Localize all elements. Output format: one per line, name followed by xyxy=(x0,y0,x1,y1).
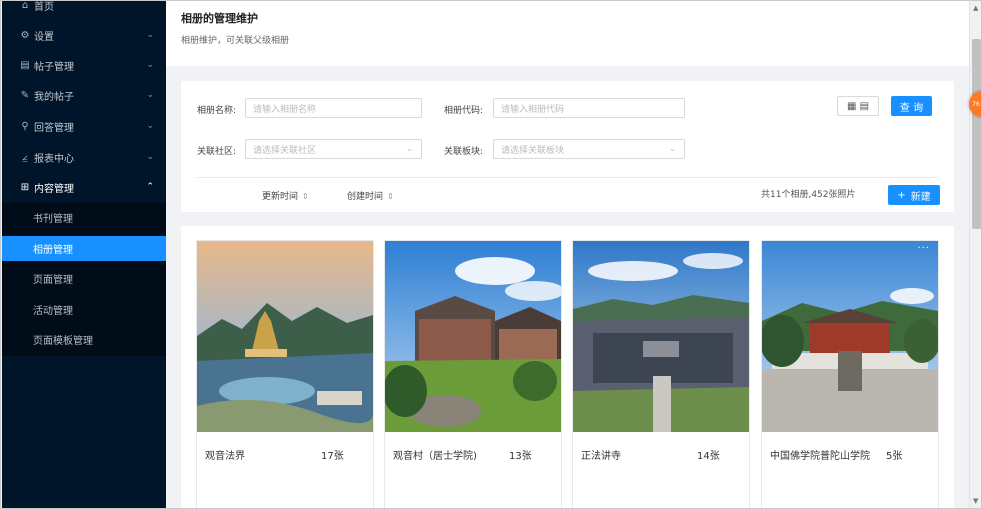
sidebar-item-label: 内容管理 xyxy=(34,183,74,195)
sidebar-item-reports[interactable]: ⦤ 报表中心 ⌄ xyxy=(2,142,166,172)
album-count-summary: 共11个相册,452张照片 xyxy=(761,190,856,200)
sidebar-subitem-activities[interactable]: 活动管理 xyxy=(2,297,166,322)
chevron-down-icon: ⌄ xyxy=(146,30,154,40)
placeholder: 请输入相册名称 xyxy=(253,104,317,115)
album-card[interactable]: 观音村（居士学院) 13张 xyxy=(384,240,562,508)
sidebar-item-content[interactable]: ⊞ 内容管理 ⌃ xyxy=(2,172,166,202)
album-name-input[interactable]: 请输入相册名称 xyxy=(245,98,422,118)
sort-icon: ⇕ xyxy=(302,192,309,201)
album-photo-count: 5张 xyxy=(886,451,903,462)
sidebar-item-home[interactable]: ⌂ 首页 xyxy=(2,0,166,20)
chevron-down-icon: ⌄ xyxy=(146,60,154,70)
page-subtitle: 相册维护，可关联父级相册 xyxy=(181,36,290,46)
sidebar-subitem-books[interactable]: 书刊管理 xyxy=(2,205,166,230)
more-icon[interactable]: ··· xyxy=(917,243,930,254)
album-code-input[interactable]: 请输入相册代码 xyxy=(493,98,685,118)
album-name: 中国佛学院普陀山学院 xyxy=(770,451,870,462)
pin-icon: ⚲ xyxy=(21,120,29,132)
placeholder: 请输入相册代码 xyxy=(501,104,565,115)
block-select[interactable]: 请选择关联板块 ⌄ xyxy=(493,139,685,159)
view-toggle-button[interactable]: ▦ ▤ xyxy=(837,96,879,116)
chevron-down-icon: ⌄ xyxy=(146,152,154,162)
sidebar-subitem-label: 相册管理 xyxy=(33,245,73,256)
sidebar-item-label: 报表中心 xyxy=(34,153,74,165)
submenu: 书刊管理 相册管理 页面管理 活动管理 页面模板管理 xyxy=(2,203,166,356)
album-cover-image: ··· xyxy=(762,241,938,432)
sidebar-item-label: 设置 xyxy=(34,31,54,43)
chevron-down-icon: ⌄ xyxy=(669,144,676,153)
album-photo-count: 14张 xyxy=(697,451,720,462)
sidebar-subitem-label: 活动管理 xyxy=(33,306,73,317)
sidebar-subitem-pages[interactable]: 页面管理 xyxy=(2,266,166,291)
chevron-down-icon: ⌄ xyxy=(146,90,154,100)
new-button-label: 新建 xyxy=(910,191,931,203)
sidebar: ⌂ 首页 ⚙ 设置 ⌄ ▤ 帖子管理 ⌄ ✎ 我的帖子 ⌄ ⚲ 回答管理 ⌄ ⦤… xyxy=(2,0,166,508)
sidebar-subitem-label: 书刊管理 xyxy=(33,214,73,225)
filter-card: 相册名称: 请输入相册名称 相册代码: 请输入相册代码 关联社区: 请选择关联社… xyxy=(181,81,954,212)
new-album-button[interactable]: + 新建 xyxy=(888,185,940,205)
album-code-label: 相册代码: xyxy=(444,106,484,116)
home-icon: ⌂ xyxy=(21,0,29,11)
chevron-down-icon: ⌄ xyxy=(146,121,154,131)
sidebar-item-label: 我的帖子 xyxy=(34,91,74,103)
list-view-icon: ▦ ▤ xyxy=(846,100,870,112)
scrollbar[interactable]: ▲ ▼ xyxy=(969,1,981,508)
sort-created-label: 创建时间 xyxy=(347,192,384,202)
placeholder: 请选择关联板块 xyxy=(501,145,565,156)
edit-icon: ✎ xyxy=(20,89,30,101)
album-name: 观音村（居士学院) xyxy=(393,451,477,462)
chevron-up-icon: ⌃ xyxy=(146,182,154,192)
sidebar-subitem-albums[interactable]: 相册管理 xyxy=(2,236,166,261)
sort-updated[interactable]: 更新时间 ⇕ xyxy=(262,189,309,202)
page-header: 相册的管理维护 相册维护，可关联父级相册 xyxy=(166,1,969,66)
album-photo-count: 13张 xyxy=(509,451,532,462)
divider xyxy=(196,177,939,178)
album-name: 观音法界 xyxy=(205,451,245,462)
browser-frame: ⌂ 首页 ⚙ 设置 ⌄ ▤ 帖子管理 ⌄ ✎ 我的帖子 ⌄ ⚲ 回答管理 ⌄ ⦤… xyxy=(0,0,982,509)
album-photo-count: 17张 xyxy=(321,451,344,462)
album-card[interactable]: 正法讲寺 14张 xyxy=(572,240,750,508)
album-name-label: 相册名称: xyxy=(197,106,237,116)
search-button[interactable]: 查 询 xyxy=(891,96,932,116)
grid-icon: ⊞ xyxy=(20,181,30,193)
sort-created[interactable]: 创建时间 ⇕ xyxy=(347,189,394,202)
scroll-thumb[interactable] xyxy=(972,39,981,229)
sidebar-subitem-templates[interactable]: 页面模板管理 xyxy=(2,327,166,352)
sidebar-item-label: 帖子管理 xyxy=(34,61,74,73)
plus-icon: + xyxy=(897,189,906,201)
sidebar-subitem-label: 页面管理 xyxy=(33,275,73,286)
gear-icon: ⚙ xyxy=(20,29,30,41)
sidebar-item-label: 回答管理 xyxy=(34,122,74,134)
album-cover-image xyxy=(573,241,749,432)
block-label: 关联板块: xyxy=(444,147,484,157)
album-cover-image xyxy=(197,241,373,432)
album-card[interactable]: ··· 中国佛学院普陀山学院 5张 xyxy=(761,240,939,508)
sidebar-item-posts[interactable]: ▤ 帖子管理 ⌄ xyxy=(2,50,166,80)
sidebar-item-settings[interactable]: ⚙ 设置 ⌄ xyxy=(2,20,166,50)
search-button-label: 查 询 xyxy=(899,102,924,114)
album-cover-image xyxy=(385,241,561,432)
placeholder: 请选择关联社区 xyxy=(253,145,317,156)
community-label: 关联社区: xyxy=(197,147,237,157)
sidebar-subitem-label: 页面模板管理 xyxy=(33,336,93,347)
scroll-down-icon[interactable]: ▼ xyxy=(973,497,978,505)
community-select[interactable]: 请选择关联社区 ⌄ xyxy=(245,139,422,159)
sidebar-item-label: 首页 xyxy=(34,1,54,13)
scroll-up-icon[interactable]: ▲ xyxy=(973,4,978,12)
chart-icon: ⦤ xyxy=(22,151,28,163)
page-title: 相册的管理维护 xyxy=(181,12,258,25)
chevron-down-icon: ⌄ xyxy=(406,144,413,153)
album-grid: 观音法界 17张 观音村（居士学院) 13张 正法讲寺 14张 ··· 中国佛学… xyxy=(181,226,954,508)
album-card[interactable]: 观音法界 17张 xyxy=(196,240,374,508)
sort-icon: ⇕ xyxy=(387,192,394,201)
album-name: 正法讲寺 xyxy=(581,451,621,462)
sidebar-item-my-posts[interactable]: ✎ 我的帖子 ⌄ xyxy=(2,80,166,110)
sidebar-item-answers[interactable]: ⚲ 回答管理 ⌄ xyxy=(2,111,166,141)
post-icon: ▤ xyxy=(20,59,30,71)
main-content: 相册的管理维护 相册维护，可关联父级相册 相册名称: 请输入相册名称 相册代码:… xyxy=(166,1,969,508)
sort-updated-label: 更新时间 xyxy=(262,192,299,202)
